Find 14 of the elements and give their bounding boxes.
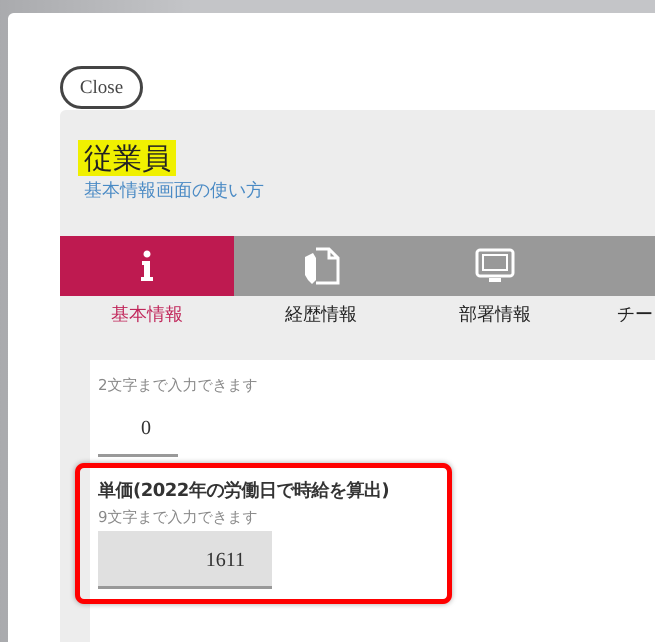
page-title: 従業員: [78, 140, 176, 176]
monitor-icon: [475, 248, 515, 284]
input-field[interactable]: 1611: [98, 531, 272, 589]
tab[interactable]: [234, 236, 408, 296]
tab-label[interactable]: 部署情報: [408, 302, 582, 326]
close-button[interactable]: Close: [60, 66, 143, 109]
field-label: 単価(2022年の労働日で時給を算出): [98, 479, 390, 502]
field-hint: 2文字まで入力できます: [98, 376, 258, 395]
tab-label[interactable]: 基本情報: [60, 302, 234, 326]
tab-label[interactable]: 経歴情報: [234, 302, 408, 326]
tab-label[interactable]: チー: [582, 302, 655, 326]
info-icon: [140, 250, 154, 282]
input-field[interactable]: 0: [98, 399, 178, 457]
field-hint: 9文字まで入力できます: [98, 508, 258, 527]
